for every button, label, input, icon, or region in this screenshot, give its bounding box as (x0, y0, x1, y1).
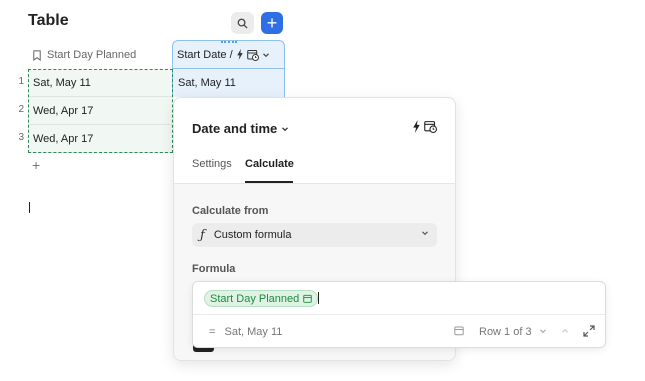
row-number: 1 (18, 76, 24, 87)
calendar-icon (454, 326, 464, 336)
bolt-icon (237, 49, 243, 60)
add-button[interactable]: + (261, 12, 283, 34)
field-type-label: Date and time (192, 121, 278, 136)
function-icon: ƒ (200, 227, 205, 243)
divider (193, 314, 605, 315)
table-cell[interactable]: Sat, May 11 (172, 69, 285, 97)
column-header-start-day-planned[interactable]: Start Day Planned (28, 41, 172, 69)
chevron-down-icon[interactable] (262, 51, 270, 59)
text-cursor (29, 202, 30, 213)
row-counter: Row 1 of 3 (479, 326, 532, 338)
chevron-down-icon (281, 127, 288, 132)
chevron-up-icon[interactable] (561, 327, 569, 335)
calendar-clock-icon (247, 49, 259, 61)
calendar-icon (303, 294, 313, 303)
calculate-from-label: Calculate from (192, 205, 269, 217)
plus-icon: + (266, 13, 278, 33)
expand-icon[interactable] (583, 325, 595, 337)
row-number: 3 (18, 132, 24, 143)
formula-result: = Sat, May 11 (209, 326, 282, 338)
search-icon (237, 18, 248, 29)
column-header-label: Start Date / Time (177, 48, 233, 61)
page-title: Table (28, 12, 69, 29)
calculate-from-value: Custom formula (213, 229, 292, 241)
field-token-label: Start Day Planned (210, 292, 300, 305)
tab-settings[interactable]: Settings (192, 158, 232, 170)
calculate-from-select[interactable]: ƒ Custom formula (192, 223, 437, 247)
cell-selection (28, 69, 173, 153)
field-token-chip[interactable]: Start Day Planned (204, 290, 319, 307)
divider (174, 183, 455, 184)
chevron-down-icon[interactable] (539, 327, 547, 335)
search-button[interactable] (231, 12, 254, 34)
calendar-clock-icon[interactable] (424, 120, 437, 133)
add-row-button[interactable]: + (32, 157, 40, 173)
chevron-down-icon (422, 231, 428, 236)
bolt-icon[interactable] (412, 120, 421, 133)
column-header-label: Start Day Planned (47, 49, 137, 61)
formula-label: Formula (192, 263, 236, 275)
formula-editor[interactable]: Start Day Planned = Sat, May 11 Row 1 of… (192, 281, 606, 348)
text-caret (318, 292, 319, 304)
tab-calculate[interactable]: Calculate (245, 158, 294, 170)
result-equals: = (209, 326, 216, 338)
result-value: Sat, May 11 (224, 326, 283, 338)
field-type-selector[interactable]: Date and time (192, 121, 289, 136)
column-drag-handle[interactable] (221, 41, 237, 45)
row-number: 2 (18, 104, 24, 115)
bookmark-icon (33, 49, 41, 61)
